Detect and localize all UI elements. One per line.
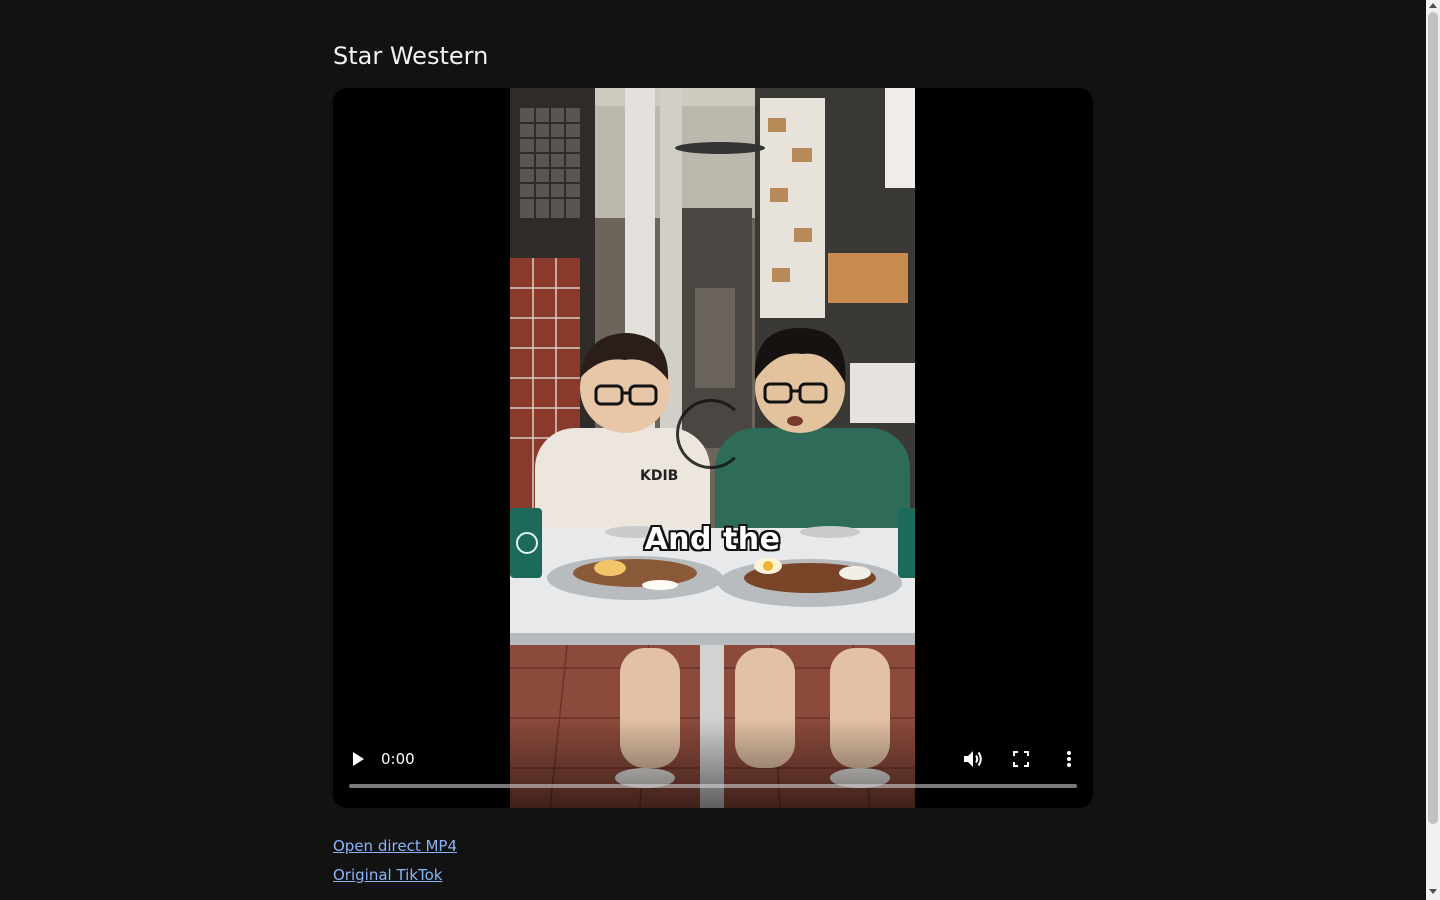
- video-caption: And the: [644, 522, 781, 557]
- page-title: Star Western: [333, 42, 489, 70]
- fullscreen-button[interactable]: [1007, 745, 1035, 773]
- page: Star Western KDIB And the 0:00 Open dire…: [0, 0, 1426, 900]
- mute-button[interactable]: [959, 745, 987, 773]
- play-icon: [353, 752, 364, 766]
- loading-spinner-icon: [676, 399, 746, 469]
- video-player[interactable]: KDIB And the 0:00: [333, 88, 1093, 808]
- video-progress-bar[interactable]: [349, 784, 1077, 788]
- svg-text:KDIB: KDIB: [640, 468, 678, 484]
- original-tiktok-link[interactable]: Original TikTok: [333, 865, 443, 885]
- scrollbar-thumb[interactable]: [1428, 12, 1438, 824]
- volume-icon: [964, 751, 982, 767]
- fullscreen-icon: [1013, 751, 1029, 767]
- scroll-up-arrow-icon[interactable]: [1429, 3, 1437, 8]
- more-vert-icon: [1067, 751, 1071, 767]
- scroll-down-arrow-icon[interactable]: [1429, 889, 1437, 894]
- page-scrollbar[interactable]: [1426, 0, 1440, 900]
- play-button[interactable]: [344, 745, 372, 773]
- current-time: 0:00: [381, 750, 415, 768]
- more-options-button[interactable]: [1055, 745, 1083, 773]
- open-direct-mp4-link[interactable]: Open direct MP4: [333, 836, 457, 856]
